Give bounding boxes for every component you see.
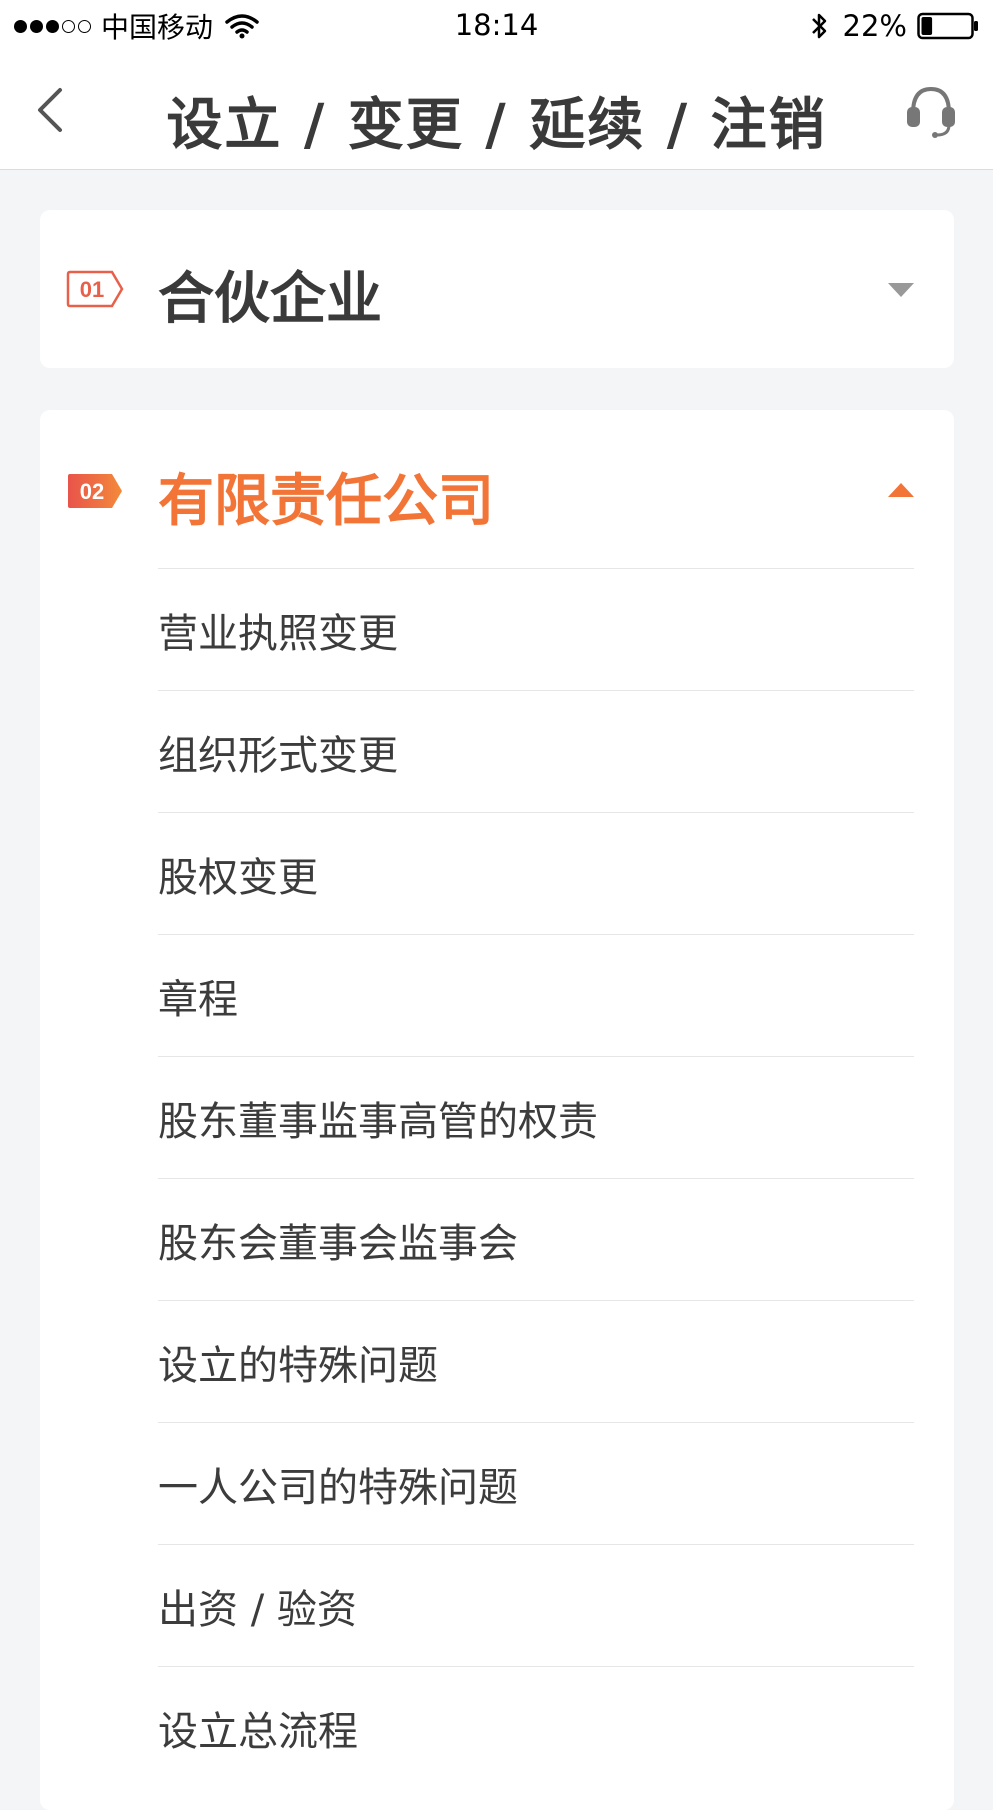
- list-item[interactable]: 设立总流程: [158, 1666, 914, 1788]
- list-item[interactable]: 出资 / 验资: [158, 1544, 914, 1666]
- section-header-partnership[interactable]: 01 合伙企业: [40, 210, 954, 368]
- battery-icon: [917, 12, 978, 40]
- bluetooth-icon: [811, 13, 826, 39]
- section-card-partnership: 01 合伙企业: [40, 210, 954, 368]
- list-item[interactable]: 股东董事监事高管的权责: [158, 1056, 914, 1178]
- list-item[interactable]: 一人公司的特殊问题: [158, 1422, 914, 1544]
- page-title: 设立 / 变更 / 延续 / 注销: [166, 93, 827, 158]
- navigation-bar: 设立 / 变更 / 延续 / 注销: [0, 52, 993, 170]
- caret-up-icon: [888, 483, 914, 497]
- section-number-badge: 02: [66, 472, 124, 510]
- section-number-badge: 01: [66, 270, 124, 308]
- battery-percent: 22%: [842, 9, 907, 43]
- customer-support-button[interactable]: [903, 82, 959, 140]
- list-item[interactable]: 营业执照变更: [158, 568, 914, 690]
- list-item[interactable]: 章程: [158, 934, 914, 1056]
- list-item[interactable]: 设立的特殊问题: [158, 1300, 914, 1422]
- section-card-llc: 02 有限责任公司 营业执照变更 组织形式变更 股权变更 章程 股东董事监事高管…: [40, 410, 954, 1810]
- badge-number: 01: [80, 277, 104, 302]
- headset-icon: [907, 86, 955, 138]
- section-title: 有限责任公司: [158, 469, 494, 534]
- section-header-llc[interactable]: 02 有限责任公司: [40, 410, 954, 570]
- list-item[interactable]: 股东会董事会监事会: [158, 1178, 914, 1300]
- list-item[interactable]: 股权变更: [158, 812, 914, 934]
- caret-down-icon: [888, 283, 914, 297]
- status-bar: 中国移动 18:14 22%: [0, 0, 993, 52]
- section-item-list: 营业执照变更 组织形式变更 股权变更 章程 股东董事监事高管的权责 股东会董事会…: [158, 568, 914, 1788]
- list-item[interactable]: 组织形式变更: [158, 690, 914, 812]
- status-right: 22%: [809, 9, 979, 43]
- section-title: 合伙企业: [158, 267, 382, 332]
- badge-number: 02: [80, 479, 104, 504]
